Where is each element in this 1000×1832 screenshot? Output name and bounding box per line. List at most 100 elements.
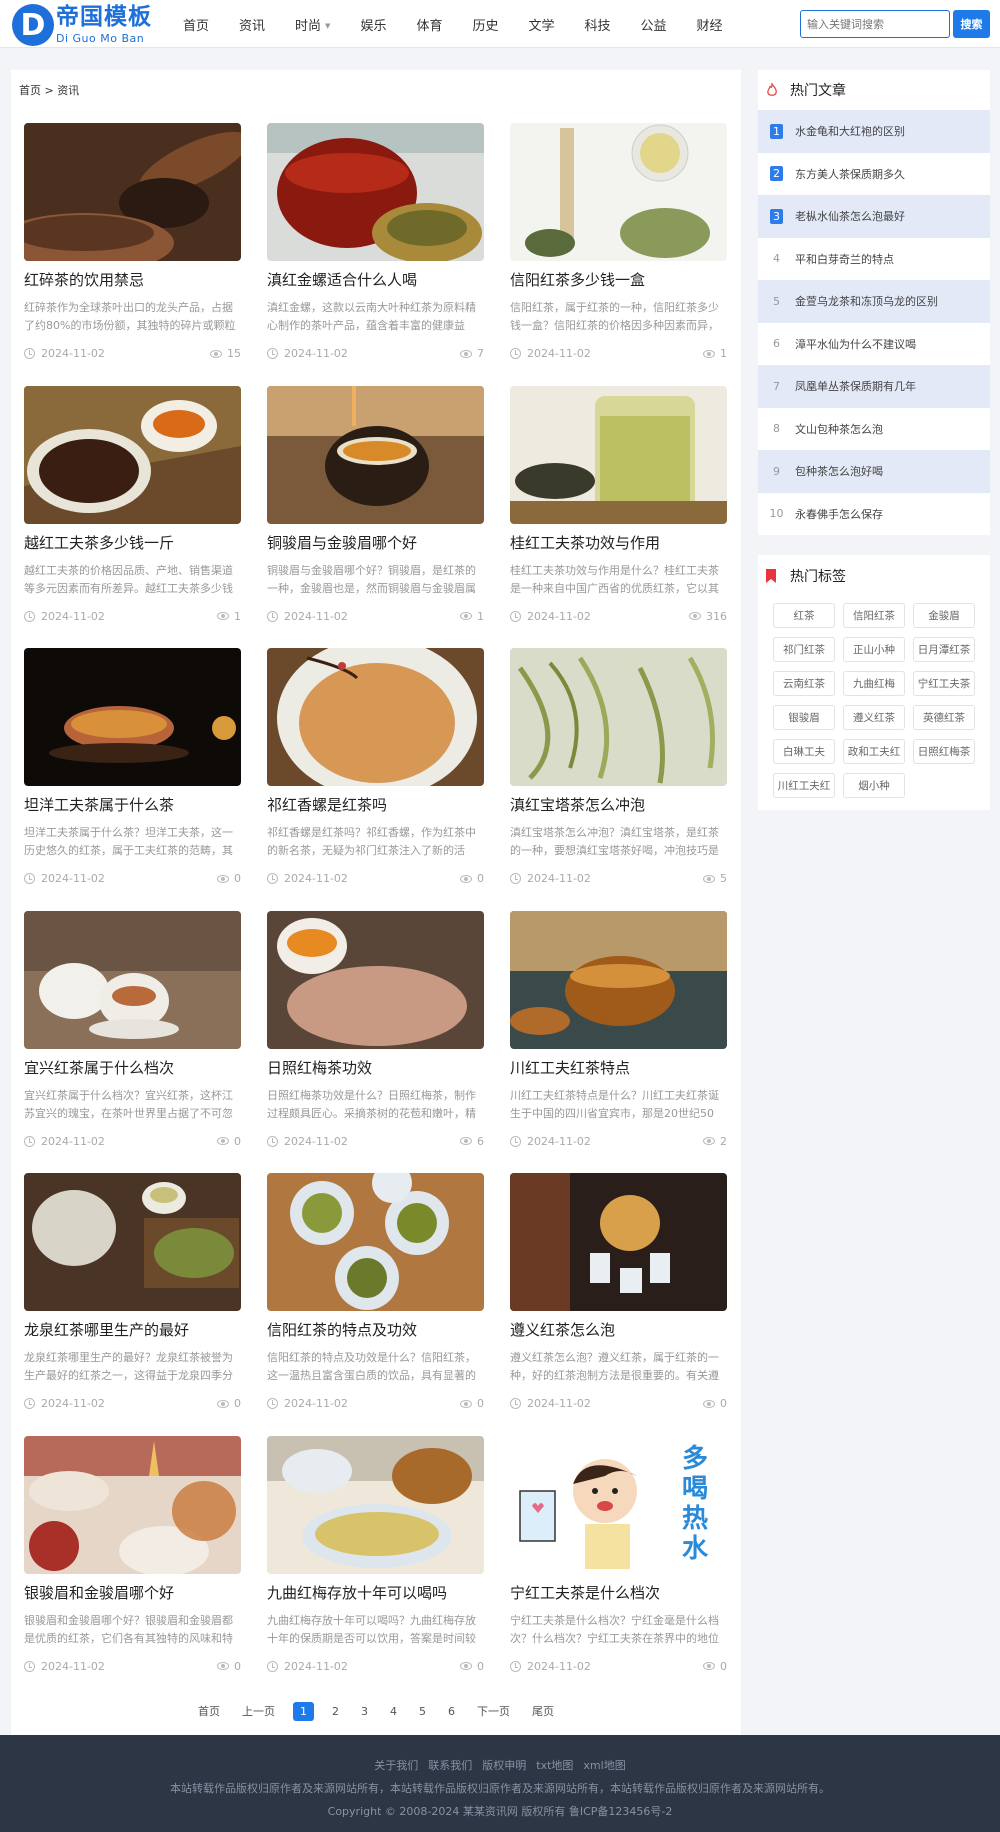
tag-item[interactable]: 宁红工夫茶 (913, 671, 975, 696)
article-thumbnail[interactable] (510, 910, 727, 1049)
footer-link[interactable]: 版权申明 (482, 1759, 526, 1772)
tag-item[interactable]: 白琳工夫 (773, 739, 835, 764)
article-title[interactable]: 九曲红梅存放十年可以喝吗 (267, 1582, 484, 1603)
article-card[interactable]: 滇红宝塔茶怎么冲泡 滇红宝塔茶怎么冲泡？滇红宝塔茶，是红茶的一种，要想滇红宝塔茶好… (510, 648, 727, 903)
hot-article-link[interactable]: 老枞水仙茶怎么泡最好 (795, 208, 905, 224)
article-title[interactable]: 桂红工夫茶功效与作用 (510, 532, 727, 553)
search-button[interactable]: 搜索 (953, 10, 990, 38)
tag-item[interactable]: 云南红茶 (773, 671, 835, 696)
article-title[interactable]: 红碎茶的饮用禁忌 (24, 269, 241, 290)
article-card[interactable]: 祁红香螺是红茶吗 祁红香螺是红茶吗？祁红香螺，作为红茶中的新名茶，无疑为祁门红茶注… (267, 648, 484, 903)
article-thumbnail[interactable] (24, 648, 241, 786)
article-thumbnail[interactable] (510, 648, 727, 786)
article-card[interactable]: 日照红梅茶功效 日照红梅茶功效是什么？日照红梅茶，制作过程颇具匠心。采摘茶树的花苞… (267, 910, 484, 1166)
article-thumbnail[interactable] (24, 910, 241, 1049)
footer-link[interactable]: 关于我们 (374, 1759, 418, 1772)
article-thumbnail[interactable] (510, 123, 727, 261)
tag-item[interactable]: 烟小种 (843, 773, 905, 798)
article-card[interactable]: 龙泉红茶哪里生产的最好 龙泉红茶哪里生产的最好？龙泉红茶被誉为生产最好的红茶之一，… (24, 1173, 241, 1428)
hot-article-link[interactable]: 包种茶怎么泡好喝 (795, 463, 883, 479)
article-title[interactable]: 宜兴红茶属于什么档次 (24, 1057, 241, 1078)
article-thumbnail[interactable] (510, 385, 727, 524)
tag-item[interactable]: 祁门红茶 (773, 637, 835, 662)
tag-item[interactable]: 川红工夫红 (773, 773, 835, 798)
hot-article-item[interactable]: 6 漳平水仙为什么不建议喝 (758, 323, 990, 366)
page-link-尾页[interactable]: 尾页 (528, 1700, 558, 1722)
hot-article-link[interactable]: 文山包种茶怎么泡 (795, 421, 883, 437)
hot-article-item[interactable]: 10 永春佛手怎么保存 (758, 493, 990, 536)
page-link-5[interactable]: 5 (415, 1702, 430, 1721)
article-title[interactable]: 越红工夫茶多少钱一斤 (24, 532, 241, 553)
nav-item[interactable]: 历史 (472, 15, 498, 34)
hot-article-link[interactable]: 凤凰单丛茶保质期有几年 (795, 378, 916, 394)
hot-article-item[interactable]: 7 凤凰单丛茶保质期有几年 (758, 365, 990, 408)
tag-item[interactable]: 英德红茶 (913, 705, 975, 730)
article-thumbnail[interactable] (267, 1435, 484, 1574)
tag-item[interactable]: 银骏眉 (773, 705, 835, 730)
tag-item[interactable]: 正山小种 (843, 637, 905, 662)
article-thumbnail[interactable] (267, 910, 484, 1049)
article-thumbnail[interactable] (24, 123, 241, 261)
hot-article-link[interactable]: 东方美人茶保质期多久 (795, 166, 905, 182)
tag-item[interactable]: 日月潭红茶 (913, 637, 975, 662)
article-card[interactable]: 红碎茶的饮用禁忌 红碎茶作为全球茶叶出口的龙头产品，占据了约80%的市场份额，其独… (24, 123, 241, 378)
footer-link[interactable]: xml地图 (583, 1759, 625, 1772)
article-card[interactable]: 信阳红茶多少钱一盒 信阳红茶，属于红茶的一种，信阳红茶多少钱一盒？信阳红茶的价格因… (510, 123, 727, 378)
article-thumbnail[interactable] (267, 123, 484, 261)
tag-item[interactable]: 日照红梅茶 (913, 739, 975, 764)
article-card[interactable]: 银骏眉和金骏眉哪个好 银骏眉和金骏眉哪个好？银骏眉和金骏眉都是优质的红茶，它们各有… (24, 1435, 241, 1691)
article-card[interactable]: 铜骏眉与金骏眉哪个好 铜骏眉与金骏眉哪个好？铜骏眉，是红茶的一种，金骏眉也是，然而… (267, 385, 484, 641)
article-thumbnail[interactable] (267, 1173, 484, 1311)
tag-item[interactable]: 金骏眉 (913, 603, 975, 628)
page-link-4[interactable]: 4 (386, 1702, 401, 1721)
hot-article-link[interactable]: 水金龟和大红袍的区别 (795, 123, 905, 139)
hot-article-item[interactable]: 3 老枞水仙茶怎么泡最好 (758, 195, 990, 238)
article-thumbnail[interactable] (267, 385, 484, 524)
footer-link[interactable]: 联系我们 (428, 1759, 472, 1772)
article-card[interactable]: 滇红金螺适合什么人喝 滇红金螺，这款以云南大叶种红茶为原料精心制作的茶叶产品，蕴含… (267, 123, 484, 378)
tag-item[interactable]: 遵义红茶 (843, 705, 905, 730)
nav-item[interactable]: 科技 (585, 15, 611, 34)
tag-item[interactable]: 政和工夫红 (843, 739, 905, 764)
site-logo[interactable]: D 帝国模板 Di Guo Mo Ban (12, 4, 152, 46)
nav-item[interactable]: 财经 (697, 15, 723, 34)
page-link-6[interactable]: 6 (444, 1702, 459, 1721)
article-title[interactable]: 滇红宝塔茶怎么冲泡 (510, 794, 727, 815)
hot-article-item[interactable]: 2 东方美人茶保质期多久 (758, 153, 990, 196)
article-title[interactable]: 滇红金螺适合什么人喝 (267, 269, 484, 290)
hot-article-item[interactable]: 1 水金龟和大红袍的区别 (758, 110, 990, 153)
nav-item[interactable]: 首页 (183, 15, 209, 34)
article-title[interactable]: 龙泉红茶哪里生产的最好 (24, 1319, 241, 1340)
page-link-首页[interactable]: 首页 (194, 1700, 224, 1722)
hot-article-item[interactable]: 8 文山包种茶怎么泡 (758, 408, 990, 451)
article-title[interactable]: 川红工夫红茶特点 (510, 1057, 727, 1078)
article-card[interactable]: 桂红工夫茶功效与作用 桂红工夫茶功效与作用是什么？桂红工夫茶是一种来自中国广西省的… (510, 385, 727, 641)
tag-item[interactable]: 红茶 (773, 603, 835, 628)
article-card[interactable]: 遵义红茶怎么泡 遵义红茶怎么泡？遵义红茶，属于红茶的一种，好的红茶泡制方法是很重要… (510, 1173, 727, 1428)
hot-article-item[interactable]: 5 金萱乌龙茶和冻顶乌龙的区别 (758, 280, 990, 323)
page-link-3[interactable]: 3 (357, 1702, 372, 1721)
article-title[interactable]: 祁红香螺是红茶吗 (267, 794, 484, 815)
search-input[interactable] (800, 10, 950, 38)
article-card[interactable]: 越红工夫茶多少钱一斤 越红工夫茶的价格因品质、产地、销售渠道等多元因素而有所差异。… (24, 385, 241, 641)
article-card[interactable]: 九曲红梅存放十年可以喝吗 九曲红梅存放十年可以喝吗？九曲红梅存放十年的保质期是否可… (267, 1435, 484, 1691)
article-title[interactable]: 铜骏眉与金骏眉哪个好 (267, 532, 484, 553)
article-card[interactable]: 多喝热水 宁红工夫茶是什么档次 宁红工夫茶是什么档次？宁红金毫是什么档次？什么档次？… (510, 1435, 727, 1691)
article-title[interactable]: 宁红工夫茶是什么档次 (510, 1582, 727, 1603)
article-card[interactable]: 川红工夫红茶特点 川红工夫红茶特点是什么？川红工夫红茶诞生于中国的四川省宜宾市，那… (510, 910, 727, 1166)
article-title[interactable]: 坦洋工夫茶属于什么茶 (24, 794, 241, 815)
article-thumbnail[interactable] (24, 385, 241, 524)
article-thumbnail[interactable] (24, 1435, 241, 1574)
article-title[interactable]: 遵义红茶怎么泡 (510, 1319, 727, 1340)
hot-article-link[interactable]: 漳平水仙为什么不建议喝 (795, 336, 916, 352)
nav-item[interactable]: 娱乐 (360, 15, 386, 34)
nav-item[interactable]: 资讯 (239, 15, 265, 34)
hot-article-link[interactable]: 平和白芽奇兰的特点 (795, 251, 894, 267)
article-thumbnail[interactable]: 多喝热水 (510, 1435, 727, 1574)
footer-link[interactable]: txt地图 (536, 1759, 573, 1772)
hot-article-link[interactable]: 金萱乌龙茶和冻顶乌龙的区别 (795, 293, 938, 309)
article-thumbnail[interactable] (24, 1173, 241, 1311)
page-link-2[interactable]: 2 (328, 1702, 343, 1721)
page-link-下一页[interactable]: 下一页 (473, 1700, 514, 1722)
hot-article-item[interactable]: 9 包种茶怎么泡好喝 (758, 450, 990, 493)
